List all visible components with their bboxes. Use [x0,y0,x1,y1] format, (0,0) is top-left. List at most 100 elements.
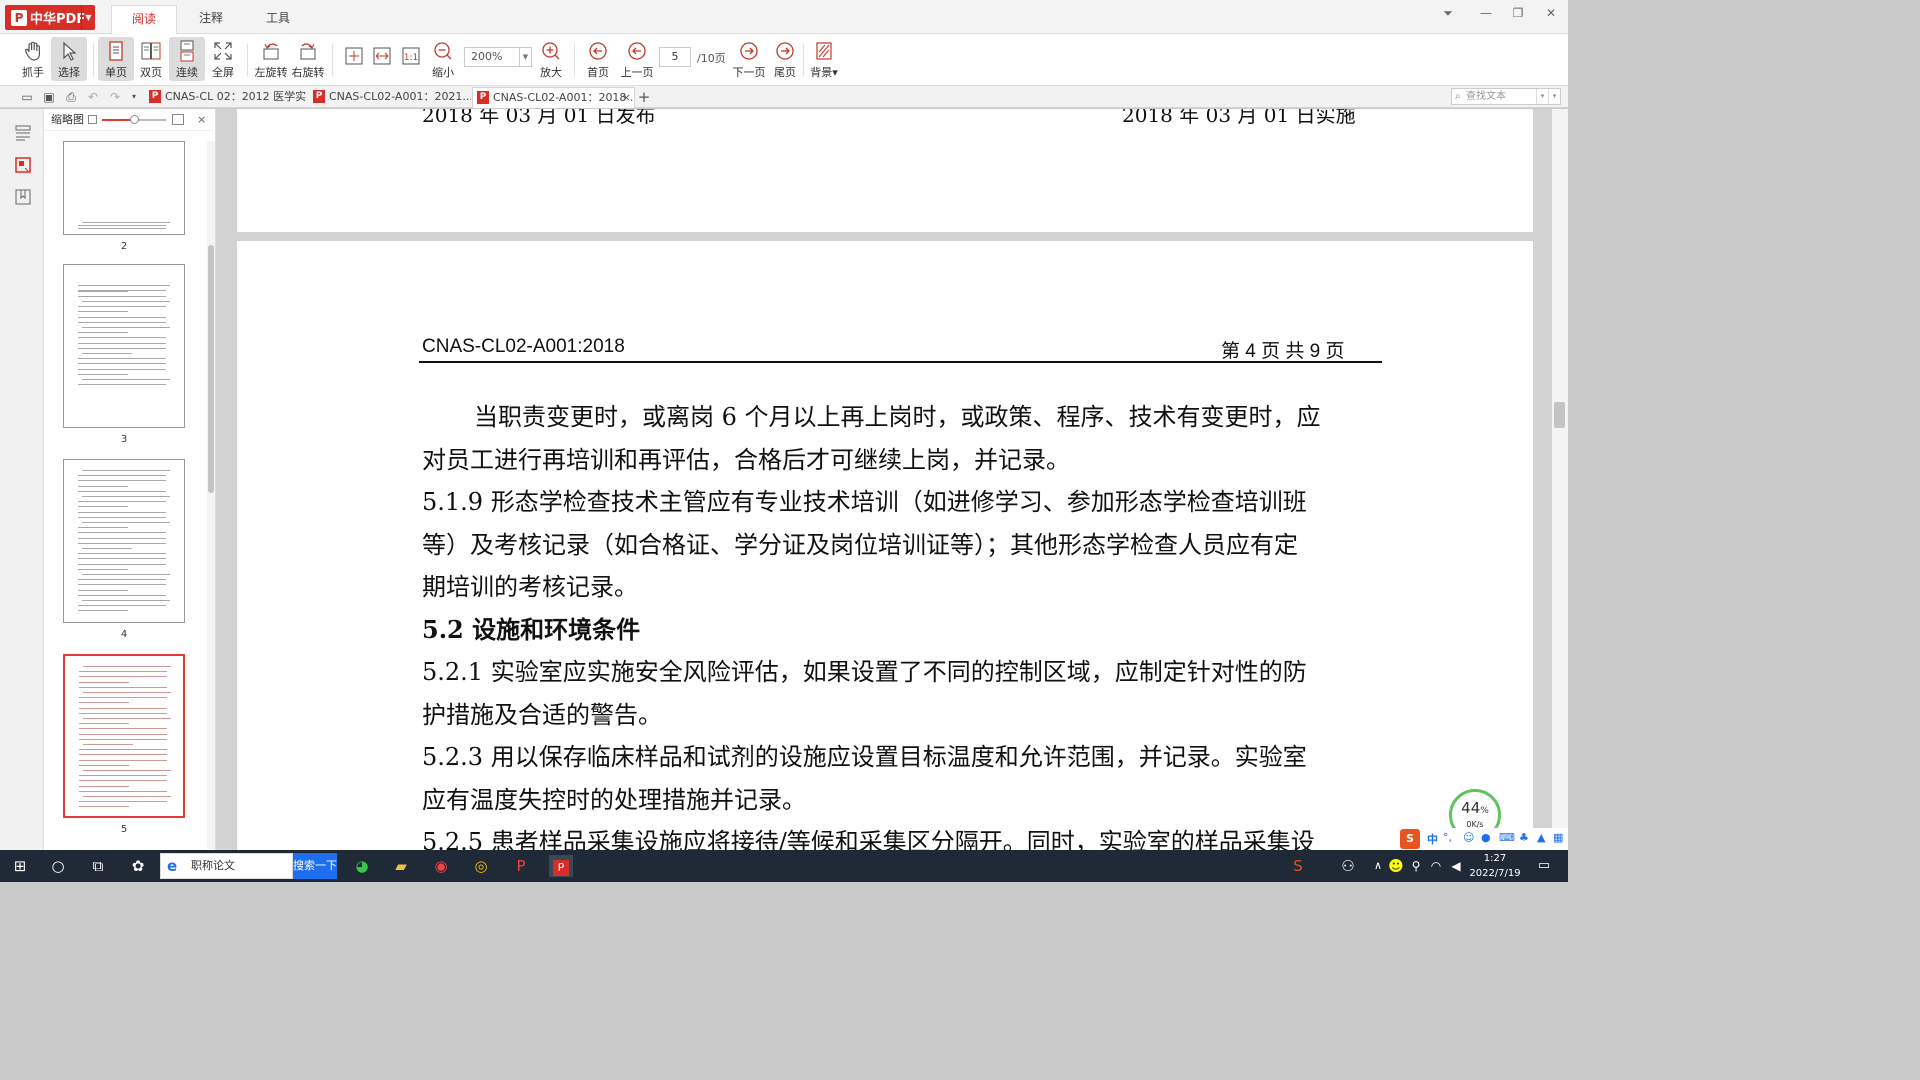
thumbnail-text-line [82,522,170,523]
minimize-icon[interactable]: — [1476,6,1496,20]
rotate-left-button[interactable]: 左旋转 [253,37,289,81]
last-page-button[interactable]: 尾页 [767,37,803,81]
thumbnail-scrollbar[interactable] [207,141,215,849]
find-prev-icon[interactable]: ▾ [1536,89,1548,104]
double-page-icon [141,42,161,60]
restore-icon[interactable]: ❐ [1508,6,1528,20]
thumbnail-text-line [78,290,128,292]
thumbnail-page[interactable] [63,459,185,623]
thumbnail-text-line [78,558,166,560]
task-view-icon[interactable]: ⧉ [86,855,110,877]
thumb-size-slider[interactable] [102,115,166,124]
print-icon[interactable]: ⎙ [63,89,79,105]
notification-icon[interactable]: ▭ [1532,855,1556,877]
pdf-file-icon: P [477,91,489,104]
app-menu-button[interactable]: P 中华PDF ▼ [5,5,95,30]
ime-mode[interactable]: 中 [1427,831,1438,847]
double-page-button[interactable]: 双页 [133,37,169,81]
select-tool-button[interactable]: 选择 [51,37,87,81]
find-text-input[interactable]: ⌕ 查找文本 ▾ ▾ [1451,88,1561,105]
continuous-icon [180,40,194,62]
thumbnail-page[interactable] [63,264,185,428]
doc-tab-1[interactable]: P CNAS-CL 02：2012 医学实... [145,87,307,108]
fullscreen-button[interactable]: 全屏 [205,37,241,81]
scrollbar-thumb[interactable] [1554,402,1565,428]
actual-size-button[interactable]: 1:1 [393,42,429,86]
save-icon[interactable]: ▣ [41,89,57,105]
zoom-in-button[interactable]: 放大 [533,37,569,81]
grab-tool-button[interactable]: 抓手 [15,37,51,81]
new-tab-icon[interactable]: + [636,89,652,105]
file-explorer-icon[interactable]: ▰ [389,855,413,877]
fullscreen-icon [214,42,232,60]
thumbnail-page[interactable] [63,141,185,235]
360-browser-icon[interactable]: ◉ [429,855,453,877]
continuous-label: 连续 [176,66,198,79]
quick-access-menu-icon[interactable]: ▾ [126,89,142,105]
shirt-icon[interactable]: ▲ [1537,831,1545,844]
skin-icon[interactable]: ♣ [1519,831,1529,844]
open-file-icon[interactable]: ▭ [19,89,35,105]
menu-tab-tools[interactable]: 工具 [245,5,311,34]
cortana-icon[interactable]: ○ [46,855,70,877]
app-pinned-icon[interactable]: ✿ [126,855,150,877]
prev-page-button[interactable]: 上一页 [619,37,655,81]
rotate-left-icon [263,43,279,60]
title-bar: P 中华PDF ▼ 阅读 注释 工具 ⏷ — ❐ ✕ [0,0,1568,34]
thumbnail-text-line [79,733,167,735]
taskbar-search-button[interactable]: 搜索一下 [293,853,337,879]
outline-icon[interactable] [13,123,33,143]
thumbnail-page-number: 2 [120,241,128,252]
taskbar-search-input[interactable]: e 职称论文 [160,853,293,879]
doc-tab-2[interactable]: P CNAS-CL02-A001：2021... [309,87,471,108]
doc-tab-3[interactable]: P CNAS-CL02-A001：2018 ... × [472,87,635,108]
slider-handle[interactable] [130,115,139,124]
close-tab-icon[interactable]: × [622,88,631,107]
redo-icon[interactable]: ↷ [107,89,123,105]
thumbnail-icon[interactable] [13,155,33,175]
app-logo-text: 中华PDF [30,12,86,27]
document-scrollbar[interactable] [1552,109,1568,850]
zoom-select[interactable]: 200% ▼ [464,47,532,67]
chrome-icon[interactable]: ◎ [469,855,493,877]
page-number-input[interactable]: 5 [659,47,691,67]
app-logo-icon: P [11,9,27,26]
scrollbar-thumb[interactable] [208,245,214,493]
find-options-icon[interactable]: ▾ [1548,89,1560,104]
zhonghua-pdf-icon[interactable]: P [549,855,573,877]
background-button[interactable]: 背景▾ [806,37,842,81]
close-panel-icon[interactable]: × [197,109,206,131]
volume-icon[interactable]: ◀ [1444,855,1468,877]
ribbon-collapse-icon[interactable]: ⏷ [1438,6,1458,21]
next-page-button[interactable]: 下一页 [731,37,767,81]
first-page-button[interactable]: 首页 [580,37,616,81]
menu-tab-annotate[interactable]: 注释 [178,5,244,34]
hand-icon [25,41,40,61]
sogou-ime-icon[interactable]: S [1400,829,1420,849]
punctuation-icon[interactable]: °, [1443,831,1452,844]
undo-icon[interactable]: ↶ [85,89,101,105]
emoji-icon[interactable]: ☺ [1463,831,1474,844]
close-window-icon[interactable]: ✕ [1541,6,1561,20]
thumb-small-icon[interactable] [88,115,97,124]
microphone-icon[interactable]: ● [1481,831,1491,844]
rotate-right-button[interactable]: 右旋转 [290,37,326,81]
people-icon[interactable]: ⚇ [1336,855,1360,877]
thumbnail-text-line [78,563,166,565]
thumbnail-page[interactable] [63,654,185,818]
page-header-code: CNAS-CL02-A001:2018 [422,336,625,357]
zoom-out-button[interactable]: 缩小 [425,37,461,81]
grid-icon[interactable]: ▦ [1553,831,1563,844]
windows-start-icon[interactable]: ⊞ [8,855,32,877]
pdf-app-icon[interactable]: P [509,855,533,877]
wechat-icon[interactable]: ◕ [350,855,374,877]
sogou-tray-icon[interactable]: S [1286,855,1310,877]
keyboard-icon[interactable]: ⌨ [1499,831,1515,844]
continuous-button[interactable]: 连续 [169,37,205,81]
clock[interactable]: 1:27 2022/7/19 [1466,850,1524,882]
thumb-large-icon[interactable] [172,114,184,125]
page-header-count: 第 4 页 共 9 页 [1221,341,1345,362]
bookmark-icon[interactable] [13,187,33,207]
menu-tab-read[interactable]: 阅读 [111,5,177,34]
single-page-button[interactable]: 单页 [98,37,134,81]
